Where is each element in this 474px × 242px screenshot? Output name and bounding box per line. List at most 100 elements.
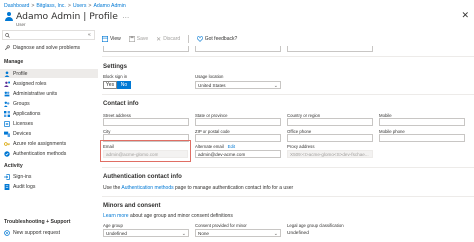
view-label: View: [110, 36, 121, 42]
groups-icon: [4, 101, 10, 107]
discard-button[interactable]: ✕ Discard: [156, 36, 180, 43]
toggle-no[interactable]: No: [117, 81, 131, 89]
mobile-phone-input[interactable]: [379, 134, 465, 142]
sidebar-item-new-support-request[interactable]: New support request: [0, 228, 98, 237]
toolbar: View Save ✕ Discard Got feedback?: [102, 35, 237, 43]
breadcrumb-dashboard[interactable]: Dashboard: [4, 3, 29, 9]
sidebar-item-devices[interactable]: Devices: [0, 129, 98, 138]
proxy-address-input[interactable]: X509:<I>acme-glomo<S>dev-fschae...: [287, 150, 373, 158]
chevron-down-icon: ⌄: [181, 230, 186, 237]
close-button[interactable]: ✕: [461, 10, 469, 21]
licenses-icon: [4, 120, 10, 127]
admin-units-icon: [4, 91, 10, 97]
section-divider: [102, 167, 474, 168]
sidebar-item-label: Applications: [13, 110, 41, 117]
alternate-email-input[interactable]: admin@dev-acme.com: [195, 150, 281, 158]
section-divider: [102, 94, 474, 95]
sidebar-item-label: Audit logs: [13, 183, 36, 190]
authentication-methods-link[interactable]: Authentication methods: [121, 185, 173, 191]
breadcrumb-users[interactable]: Users: [73, 3, 87, 9]
discard-label: Discard: [163, 36, 181, 42]
auth-contact-section-title: Authentication contact info: [103, 173, 182, 180]
usage-location-value: United States: [198, 82, 226, 88]
more-options-button[interactable]: ...: [123, 14, 130, 20]
view-button[interactable]: View: [102, 36, 121, 42]
settings-section-title: Settings: [103, 63, 128, 70]
feedback-label: Got feedback?: [204, 36, 238, 42]
apps-icon: [4, 110, 10, 117]
learn-more-link[interactable]: Learn more: [103, 213, 129, 219]
sidebar-item-applications[interactable]: Applications: [0, 109, 98, 118]
chevron-down-icon: ⌄: [273, 82, 278, 89]
zip-input[interactable]: [195, 134, 281, 142]
sidebar-group-manage: Manage: [4, 59, 24, 65]
usage-location-select[interactable]: United States ⌄: [195, 81, 281, 89]
sidebar-item-audit-logs[interactable]: Audit logs: [0, 182, 98, 191]
alternate-email-edit-link[interactable]: Edit: [228, 144, 235, 149]
street-input[interactable]: [103, 118, 189, 126]
breadcrumb-user[interactable]: Adamo Admin: [93, 3, 125, 9]
proxy-address-label: Proxy address: [287, 144, 315, 149]
state-input[interactable]: [195, 118, 281, 126]
auth-text-before: Use the: [103, 185, 122, 191]
sidebar-item-label: Groups: [13, 100, 30, 107]
breadcrumb: Dashboard > Bitglass, Inc. > Users > Ada…: [4, 1, 126, 10]
proxy-address-value: X509:<I>acme-glomo<S>dev-fschae...: [290, 151, 369, 157]
breadcrumb-separator: >: [67, 2, 71, 9]
search-icon: [5, 32, 10, 38]
auth-contact-description: Use the Authentication methods page to m…: [103, 185, 293, 191]
email-input[interactable]: admin@acme-glomo.com: [103, 150, 188, 158]
consent-label: Consent provided for minor: [195, 223, 247, 228]
sidebar-item-admin-units[interactable]: Administrative units: [0, 89, 98, 98]
roles-icon: [4, 81, 10, 87]
contact-section-title: Contact info: [103, 100, 139, 107]
scrolled-field[interactable]: [195, 46, 281, 52]
audit-icon: [4, 183, 10, 190]
auth-icon: [4, 150, 10, 157]
view-icon: [102, 36, 108, 42]
block-sign-in-label: Block sign in: [103, 74, 128, 79]
toggle-yes[interactable]: Yes: [103, 81, 117, 89]
usage-location-label: Usage location: [195, 74, 224, 79]
feedback-button[interactable]: Got feedback?: [196, 36, 238, 42]
age-group-value: Undefined: [106, 230, 127, 236]
sidebar-item-sign-ins[interactable]: Sign-ins: [0, 172, 98, 181]
minors-description: Learn more about age group and minor con…: [103, 213, 233, 219]
devices-icon: [4, 131, 10, 137]
discard-icon: ✕: [156, 36, 162, 43]
sidebar-group-activity: Activity: [4, 163, 23, 169]
legal-age-label: Legal age group classification: [287, 223, 344, 228]
section-divider: [102, 196, 474, 197]
sidebar-item-licenses[interactable]: Licenses: [0, 119, 98, 128]
email-label: Email: [103, 144, 114, 149]
alternate-email-label-row: Alternate email Edit: [195, 144, 235, 149]
save-button[interactable]: Save: [128, 36, 148, 42]
breadcrumb-separator: >: [31, 2, 35, 9]
sidebar-item-assigned-roles[interactable]: Assigned roles: [0, 79, 98, 88]
country-input[interactable]: [287, 118, 373, 126]
consent-select[interactable]: None ⌄: [195, 229, 281, 237]
user-icon: [4, 12, 13, 21]
collapse-sidebar-button[interactable]: «: [88, 32, 91, 38]
block-sign-in-toggle[interactable]: Yes No: [103, 81, 131, 89]
sidebar-item-azure-roles[interactable]: Azure role assignments: [0, 139, 98, 148]
age-group-select[interactable]: Undefined ⌄: [103, 229, 189, 237]
sidebar-search-input[interactable]: [2, 30, 95, 40]
sidebar-item-auth-methods[interactable]: Authentication methods: [0, 149, 98, 158]
sidebar-item-label: Sign-ins: [13, 173, 32, 180]
sidebar-group-troubleshooting: Troubleshooting + Support: [4, 219, 71, 225]
signin-icon: [4, 173, 10, 180]
scrolled-field[interactable]: [103, 46, 189, 52]
wrench-icon: [4, 44, 10, 51]
sidebar-item-diagnose[interactable]: Diagnose and solve problems: [0, 43, 98, 52]
breadcrumb-tenant[interactable]: Bitglass, Inc.: [36, 3, 65, 9]
sidebar-item-profile[interactable]: Profile: [0, 69, 98, 78]
user-icon: [4, 70, 10, 77]
key-icon: [4, 141, 10, 147]
mobile-input[interactable]: [379, 118, 465, 126]
office-phone-input[interactable]: [287, 134, 373, 142]
scrolled-field[interactable]: [287, 46, 373, 52]
sidebar-item-groups[interactable]: Groups: [0, 99, 98, 108]
alternate-email-label: Alternate email: [195, 144, 224, 149]
sidebar-item-label: Azure role assignments: [13, 140, 67, 147]
